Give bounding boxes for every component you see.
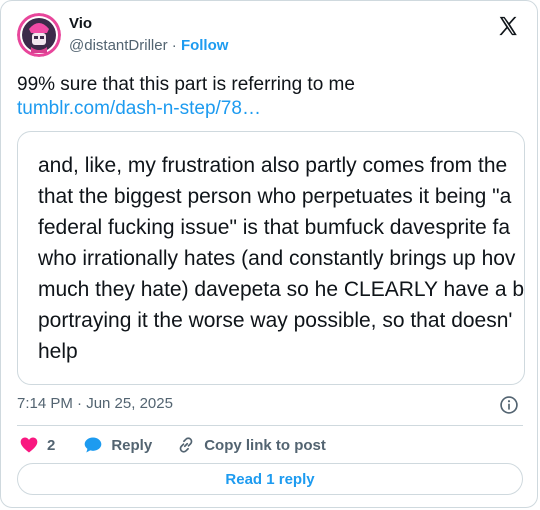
heart-icon [20,437,38,453]
author-name[interactable]: Vio [69,15,92,32]
action-bar: 2 Reply Copy link to post [17,433,326,457]
link-icon [179,437,193,453]
follow-button[interactable]: Follow [181,37,229,54]
quoted-image[interactable]: and, like, my frustration also partly co… [17,131,525,385]
post-body: 99% sure that this part is referring to … [17,73,517,121]
reply-label: Reply [111,436,153,454]
post-text: 99% sure that this part is referring to … [17,74,355,95]
post-link[interactable]: tumblr.com/dash-n-step/78… [17,97,517,121]
like-count: 2 [47,436,56,454]
read-replies-button[interactable]: Read 1 reply [17,463,523,495]
avatar[interactable] [17,13,61,57]
author-handle-row: @distantDriller · Follow [69,37,228,54]
like-button[interactable]: 2 [19,435,55,455]
info-icon[interactable] [499,395,519,415]
reply-bubble-icon [85,437,102,453]
copy-link-label: Copy link to post [204,436,326,454]
reply-button[interactable]: Reply [83,435,152,455]
author-handle[interactable]: @distantDriller [69,37,168,54]
post-card: Vio @distantDriller · Follow 99% sure th… [0,0,538,508]
x-logo-icon[interactable] [497,15,519,37]
copy-link-button[interactable]: Copy link to post [176,435,326,455]
avatar-image [17,13,61,57]
divider [17,425,523,426]
handle-separator: · [167,37,181,54]
quoted-text: and, like, my frustration also partly co… [38,154,525,363]
timestamp[interactable]: 7:14 PM · Jun 25, 2025 [17,395,173,412]
